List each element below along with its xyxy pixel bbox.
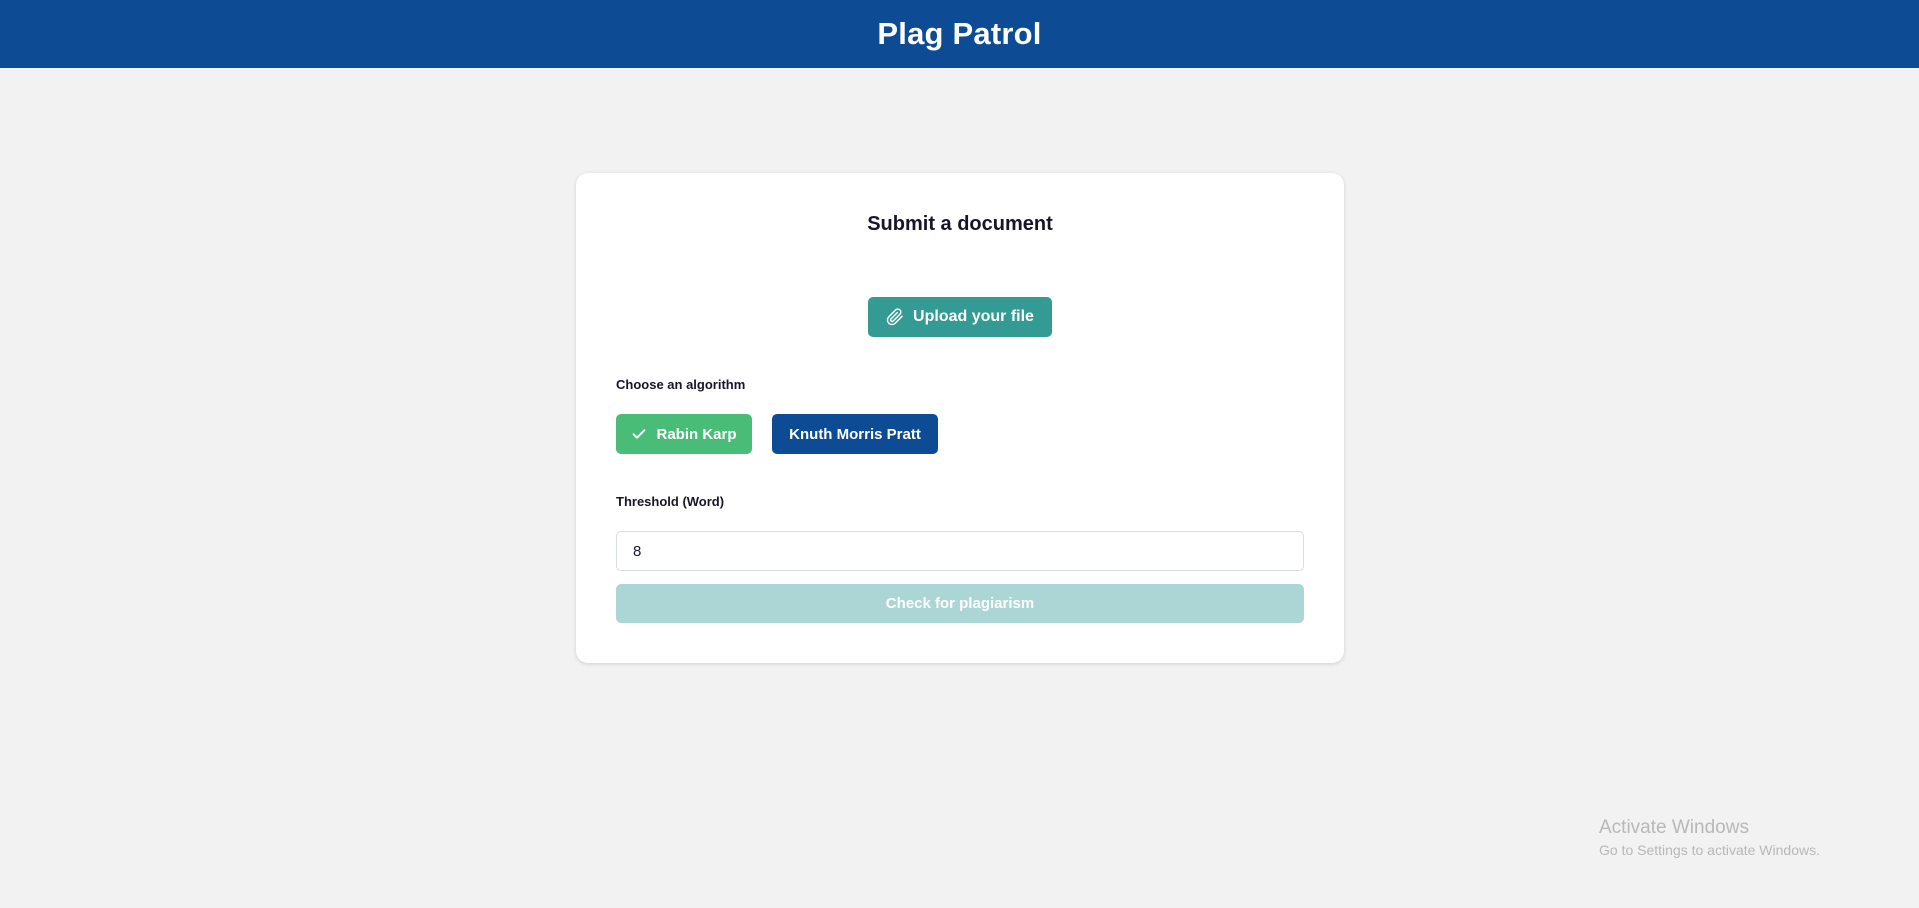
app-title: Plag Patrol: [877, 16, 1042, 51]
check-icon: [633, 429, 646, 439]
threshold-input[interactable]: [616, 531, 1304, 571]
threshold-label: Threshold (Word): [616, 494, 725, 509]
paperclip-icon: [886, 308, 903, 326]
algorithm-knuth-morris-pratt-button[interactable]: Knuth Morris Pratt: [772, 414, 938, 454]
submit-document-card: Submit a document Upload your file Choos…: [576, 173, 1344, 663]
watermark-subtitle: Go to Settings to activate Windows.: [1599, 842, 1820, 858]
check-plagiarism-button[interactable]: Check for plagiarism: [616, 584, 1304, 623]
upload-file-button[interactable]: Upload your file: [868, 297, 1052, 337]
activate-windows-watermark: Activate Windows Go to Settings to activ…: [1599, 816, 1820, 860]
top-navbar: Plag Patrol: [0, 0, 1919, 68]
card-title: Submit a document: [867, 213, 1053, 235]
algorithm-rabin-karp-button[interactable]: Rabin Karp: [616, 414, 752, 454]
upload-file-label: Upload your file: [913, 308, 1034, 325]
algorithm-rabin-karp-label: Rabin Karp: [656, 425, 737, 443]
algorithm-knuth-morris-pratt-label: Knuth Morris Pratt: [789, 425, 921, 443]
watermark-title: Activate Windows: [1599, 817, 1749, 838]
algorithm-section-label: Choose an algorithm: [616, 377, 746, 392]
